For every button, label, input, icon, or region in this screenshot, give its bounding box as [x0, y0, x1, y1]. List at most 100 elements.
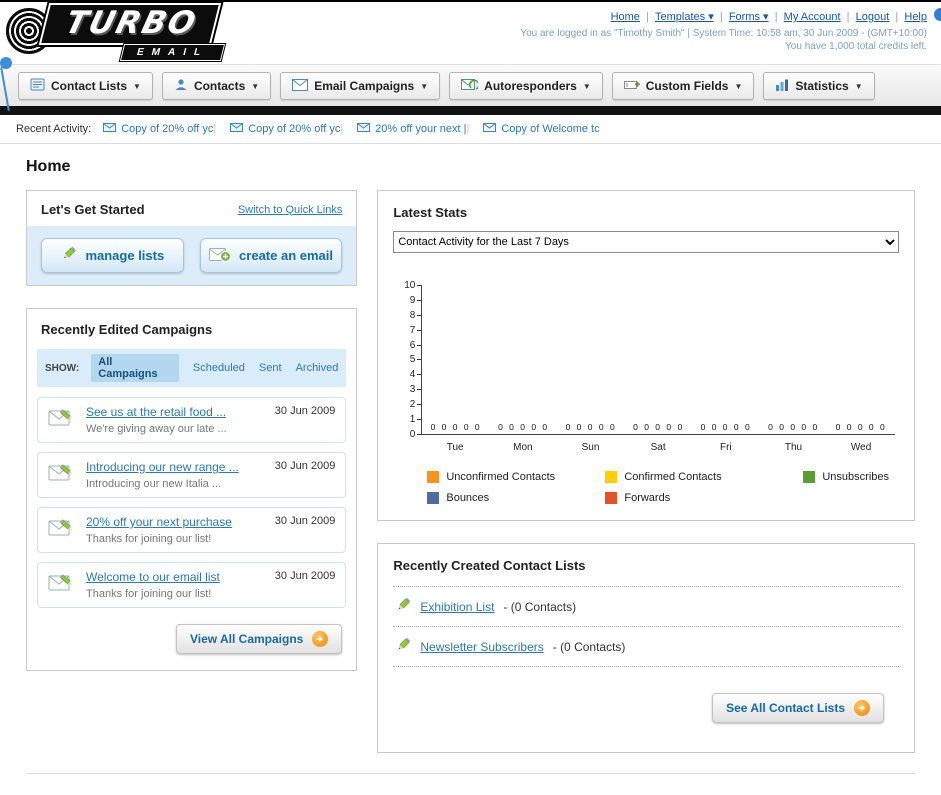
- contact-list-link[interactable]: Newsletter Subscribers: [420, 640, 543, 654]
- legend-label: Confirmed Contacts: [624, 471, 722, 483]
- chart-y-tick: 7: [395, 325, 422, 336]
- nav-tab-contacts[interactable]: Contacts ▼: [161, 72, 272, 100]
- chart-y-tick: 9: [395, 295, 422, 306]
- recent-activity-items: Copy of 20% off yc Copy of 20% off yc 20…: [103, 123, 600, 135]
- campaign-filter[interactable]: Scheduled: [193, 362, 245, 374]
- legend-label: Bounces: [446, 492, 490, 504]
- chevron-down-icon: ▼: [133, 81, 141, 91]
- campaign-filter[interactable]: All Campaigns: [91, 354, 179, 382]
- campaign-subtitle: Thanks for joining our list!: [86, 588, 212, 600]
- campaign-filter[interactable]: Archived: [296, 362, 339, 374]
- recent-activity-item[interactable]: Copy of Welcome tc: [467, 123, 600, 135]
- manage-lists-button[interactable]: manage lists: [41, 238, 184, 273]
- chart-x-label: Wed: [850, 442, 872, 453]
- page-title: Home: [26, 158, 71, 175]
- campaign-date: 30 Jun 2009: [274, 460, 336, 472]
- nav-tab-statistics[interactable]: Statistics ▼: [763, 72, 875, 100]
- contact-list-row[interactable]: Exhibition List - (0 Contacts): [393, 586, 899, 626]
- nav-tab-label: Email Campaigns: [314, 79, 415, 93]
- contact-list-count: - (0 Contacts): [503, 599, 577, 614]
- campaign-date: 30 Jun 2009: [274, 515, 336, 527]
- legend-swatch: [427, 471, 440, 483]
- chart-y-tick: 1: [395, 414, 422, 425]
- chart-y-axis: 10 9 8 7 6 5 4 3 2 1 0: [395, 280, 422, 440]
- pencil-icon: [395, 597, 411, 616]
- see-all-contact-lists-label: See All Contact Lists: [726, 701, 845, 715]
- campaign-title-link[interactable]: 20% off your next purchase: [86, 515, 265, 529]
- campaign-text: Introducing our new range ... Introducin…: [86, 460, 265, 490]
- nav-tab-email-campaigns[interactable]: Email Campaigns ▼: [280, 72, 441, 100]
- campaign-row[interactable]: See us at the retail food ... We're givi…: [37, 397, 347, 443]
- latest-stats-panel: Latest Stats Contact Activity for the La…: [377, 190, 915, 521]
- nav-tab-label: Custom Fields: [645, 79, 729, 93]
- logo-title: TURBO: [61, 5, 201, 41]
- view-all-campaigns-button[interactable]: View All Campaigns: [175, 624, 343, 654]
- campaign-title-link[interactable]: Welcome to our email list: [86, 570, 265, 584]
- latest-stats-title: Latest Stats: [393, 205, 468, 220]
- chart-y-tick: 3: [395, 384, 422, 395]
- main-content: Home Let's Get Started Switch to Quick L…: [0, 144, 941, 795]
- campaign-row[interactable]: 20% off your next purchase Thanks for jo…: [37, 507, 347, 553]
- nav-tab-custom-fields[interactable]: Custom Fields ▼: [611, 72, 755, 100]
- top-nav-link[interactable]: Help: [889, 11, 927, 23]
- chart-y-tick: 2: [395, 399, 422, 410]
- get-started-title: Let's Get Started: [41, 202, 145, 217]
- chevron-down-icon: ▼: [420, 81, 429, 91]
- chart-value-labels: 0 0 0 0 0: [768, 422, 820, 432]
- recent-activity-item[interactable]: Copy of 20% off yc: [213, 123, 340, 135]
- campaign-row[interactable]: Introducing our new range ... Introducin…: [37, 452, 347, 498]
- chart-y-tick: 8: [395, 310, 422, 321]
- top-nav-link[interactable]: My Account: [769, 11, 841, 23]
- recent-activity-item[interactable]: 20% off your next |: [340, 123, 467, 135]
- chart-plot-area: 0 0 0 0 0 0 0 0 0 0 0 0 0 0 0 0 0 0 0 0 0 0 …: [421, 285, 895, 435]
- create-email-label: create an email: [239, 248, 333, 263]
- switch-quick-links-link[interactable]: Switch to Quick Links: [238, 204, 343, 216]
- chart-value-labels: 0 0 0 0 0: [565, 422, 617, 432]
- campaign-row[interactable]: Welcome to our email list Thanks for joi…: [37, 562, 347, 608]
- chart-y-tick: 5: [395, 354, 422, 365]
- chart-x-axis: Tue Mon Sun Sat Fri Thu Wed: [421, 435, 895, 453]
- top-nav-link[interactable]: Templates ▾: [640, 11, 714, 23]
- view-all-campaigns-label: View All Campaigns: [189, 632, 304, 646]
- legend-item: Unsubscribes: [803, 471, 889, 483]
- recent-activity-item-label: Copy of 20% off yc: [121, 123, 214, 135]
- stats-range-select[interactable]: Contact Activity for the Last 7 Days: [393, 231, 899, 253]
- campaign-subtitle: Introducing our new Italia ...: [86, 478, 222, 490]
- envelope-pencil-icon: [48, 515, 76, 544]
- chart-legend: Unconfirmed Contacts Confirmed Contacts …: [427, 471, 889, 504]
- envelope-icon: [230, 123, 244, 135]
- legend-swatch: [605, 471, 618, 483]
- contact-list-row[interactable]: Newsletter Subscribers - (0 Contacts): [393, 626, 899, 667]
- envelope-icon: [103, 123, 117, 135]
- create-email-button[interactable]: create an email: [199, 238, 343, 273]
- footer-divider: [26, 773, 915, 795]
- top-nav-link[interactable]: Forms ▾: [714, 11, 769, 23]
- page-header: TURBO EMAIL HomeTemplates ▾Forms ▾My Acc…: [0, 2, 941, 64]
- chart-x-label: Sun: [581, 442, 600, 453]
- app-logo[interactable]: TURBO EMAIL: [0, 2, 300, 62]
- chart-x-label: Sat: [650, 442, 666, 453]
- nav-tab-contact-lists[interactable]: Contact Lists ▼: [18, 72, 153, 100]
- top-nav-link[interactable]: Logout: [841, 11, 890, 23]
- campaign-filter[interactable]: Sent: [259, 362, 282, 374]
- campaign-filters: All Campaigns Scheduled Sent Archived: [91, 354, 338, 382]
- campaign-text: 20% off your next purchase Thanks for jo…: [86, 515, 265, 545]
- campaign-title-link[interactable]: Introducing our new range ...: [86, 460, 265, 474]
- recent-activity-bar: Recent Activity: Copy of 20% off yc Copy…: [0, 115, 941, 144]
- legend-label: Forwards: [624, 492, 671, 504]
- contact-activity-chart: 10 9 8 7 6 5 4 3 2 1 0 0 0 0 0 0 0 0 0 0…: [395, 280, 895, 504]
- logo-banner: TURBO: [38, 3, 222, 45]
- chart-y-tick: 4: [395, 369, 422, 380]
- recent-campaigns-title: Recently Edited Campaigns: [41, 322, 213, 337]
- envelope-plus-icon: [209, 247, 232, 265]
- credits-info: You have 1,000 total credits left.: [785, 41, 927, 52]
- nav-tab-autoresponders[interactable]: Autoresponders ▼: [449, 72, 603, 100]
- top-nav-link[interactable]: Home: [611, 11, 640, 23]
- chart-value-labels: 0 0 0 0 0: [700, 422, 752, 432]
- see-all-contact-lists-button[interactable]: See All Contact Lists: [712, 693, 884, 723]
- recent-activity-item[interactable]: Copy of 20% off yc: [103, 123, 213, 135]
- contact-list-link[interactable]: Exhibition List: [420, 600, 494, 614]
- campaign-text: Welcome to our email list Thanks for joi…: [86, 570, 265, 600]
- nav-tab-label: Contacts: [193, 79, 246, 93]
- campaign-title-link[interactable]: See us at the retail food ...: [86, 405, 265, 419]
